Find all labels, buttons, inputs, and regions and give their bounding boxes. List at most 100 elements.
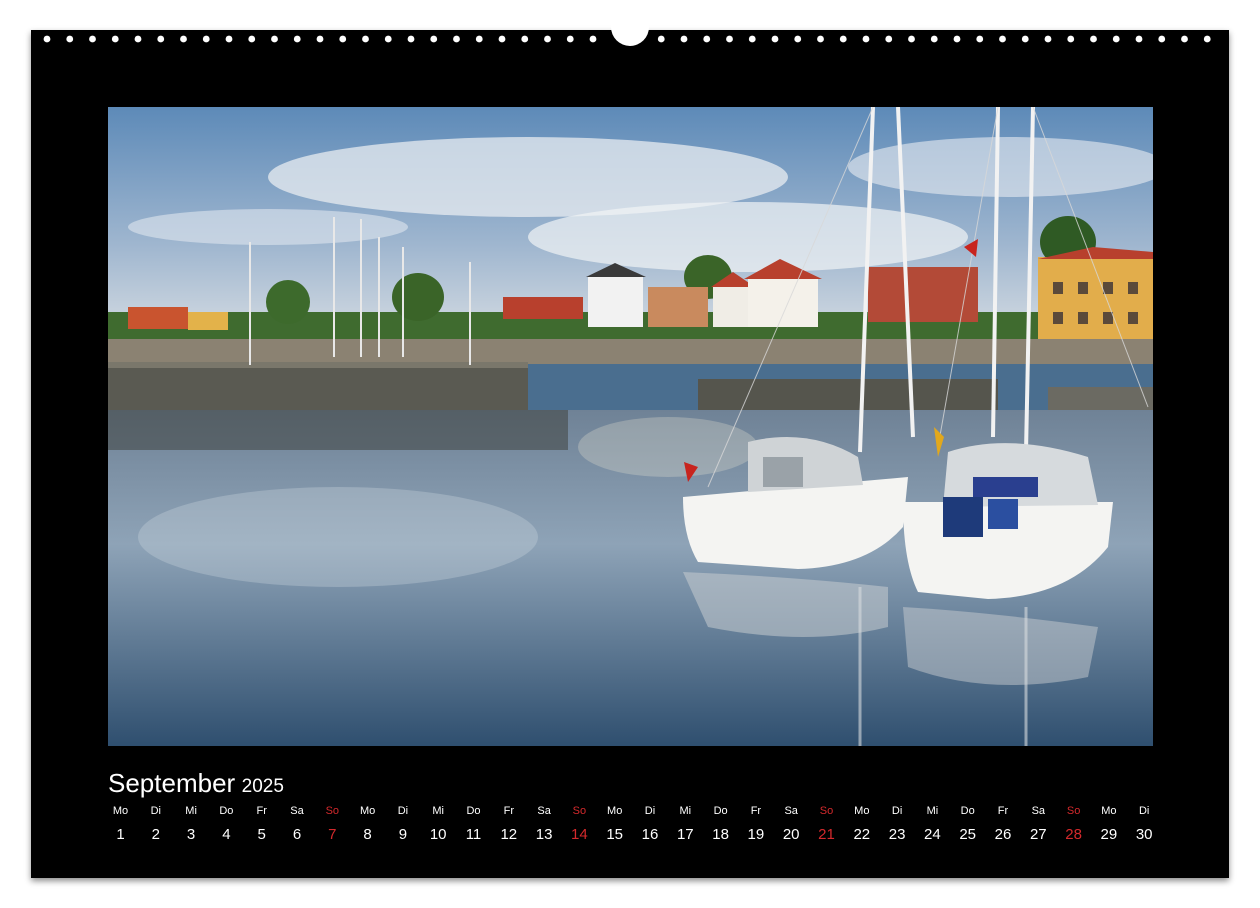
day-cell: Mo 8 (350, 803, 385, 843)
day-number: 30 (1135, 826, 1153, 843)
wire-binding-hole-icon (657, 35, 665, 43)
wire-binding-hole-icon (680, 35, 688, 43)
weekday-label: Fr (256, 805, 267, 817)
day-number: 2 (151, 826, 160, 843)
day-cell: Di 23 (880, 803, 915, 843)
day-cell: Di 30 (1127, 803, 1162, 843)
day-number: 29 (1100, 826, 1118, 843)
day-cell: Sa 27 (1021, 803, 1056, 843)
day-number: 1 (116, 826, 125, 843)
day-cell: Fr 5 (244, 803, 279, 843)
weekday-label: Mo (854, 805, 870, 817)
day-number: 16 (641, 826, 659, 843)
weekday-label: Mo (359, 805, 376, 817)
wire-binding-hole-icon (407, 35, 415, 43)
day-number: 10 (429, 826, 447, 843)
day-cell: Mi 10 (421, 803, 456, 843)
wire-binding-hole-icon (1112, 35, 1120, 43)
wire-binding-hole-icon (66, 35, 74, 43)
weekday-label: Di (150, 805, 161, 817)
wire-binding-hole-icon (1181, 35, 1188, 43)
day-cell: Sa 13 (527, 803, 562, 843)
wall-calendar-page: September 2025 Mo 1 Di 2 Mi 3 Do 4 Fr 5 Sa 6 So 7 Mo 8 D… (31, 22, 1229, 878)
day-number: 4 (222, 826, 231, 843)
day-number: 19 (747, 826, 765, 843)
day-cell: Mo 29 (1091, 803, 1126, 843)
weekday-label: Mi (432, 805, 444, 817)
weekday-label: Sa (537, 805, 551, 817)
day-cell-sunday: So 14 (562, 803, 597, 843)
day-number: 20 (782, 826, 800, 843)
year: 2025 (241, 776, 284, 797)
wire-binding-hole-icon (1067, 35, 1075, 43)
day-cell: Di 9 (385, 803, 420, 843)
day-number: 18 (712, 826, 729, 843)
wire-binding-hole-icon (157, 35, 165, 43)
wire-binding-hole-icon (794, 35, 802, 43)
day-cell: Do 18 (703, 803, 738, 843)
day-cell: Do 25 (950, 803, 985, 843)
wire-binding-hole-icon (1135, 35, 1143, 43)
harbor-photo-illustration (108, 107, 1153, 746)
wire-binding-hole-icon (1021, 35, 1029, 43)
day-number: 12 (500, 826, 518, 843)
wire-binding-hole-icon (293, 35, 301, 43)
wire-binding-hole-icon (999, 35, 1006, 43)
weekday-label: Di (397, 805, 409, 817)
day-cell: Sa 20 (774, 803, 809, 843)
weekday-label: Do (219, 805, 234, 817)
day-number: 21 (818, 826, 835, 843)
weekday-label: Di (644, 805, 656, 817)
day-cell: Mo 1 (103, 803, 138, 843)
wire-binding-hole-icon (839, 35, 847, 43)
weekday-label: Di (1138, 805, 1150, 817)
day-cell: Mo 22 (844, 803, 879, 843)
wire-binding-hole-icon (202, 35, 210, 43)
day-number: 9 (398, 826, 408, 843)
weekday-label: Sa (290, 805, 304, 817)
weekday-label: So (572, 805, 587, 817)
wire-binding-hole-icon (566, 35, 574, 43)
wire-binding-hole-icon (384, 35, 392, 43)
month-name: September (108, 768, 236, 798)
wire-binding-hole-icon (316, 35, 324, 43)
day-number: 7 (328, 826, 337, 843)
wire-binding-hole-icon (271, 35, 278, 43)
day-cell: Di 2 (138, 803, 173, 843)
wire-binding-hole-icon (521, 35, 529, 43)
day-cell: Mi 24 (915, 803, 950, 843)
day-cell: Fr 19 (738, 803, 773, 843)
day-number: 25 (959, 826, 977, 843)
wire-binding-hole-icon (180, 35, 187, 43)
wire-binding-hole-icon (953, 35, 961, 43)
wire-binding-hole-icon (703, 35, 711, 43)
day-number: 11 (465, 826, 482, 843)
wire-binding-hole-icon (544, 35, 551, 43)
day-number: 27 (1029, 826, 1047, 843)
weekday-label: Mo (1101, 805, 1117, 817)
weekday-label: Mo (112, 805, 129, 817)
weekday-label: Di (891, 805, 903, 817)
wire-binding-hole-icon (1203, 35, 1211, 43)
day-cell: Mi 3 (174, 803, 209, 843)
day-cell: Fr 12 (491, 803, 526, 843)
wire-binding-hole-icon (339, 35, 347, 43)
wire-binding-hole-icon (817, 35, 824, 43)
day-number: 28 (1065, 826, 1082, 843)
weekday-label: Mi (679, 805, 692, 817)
day-number: 15 (606, 826, 624, 843)
wire-binding-hole-icon (475, 35, 483, 43)
day-cell: Di 16 (633, 803, 668, 843)
day-number: 24 (924, 826, 941, 843)
day-cell: Do 4 (209, 803, 244, 843)
wire-binding-hole-icon (885, 35, 893, 43)
day-number: 6 (292, 826, 302, 843)
wire-binding-hole-icon (89, 35, 96, 43)
wire-binding-hole-icon (430, 35, 438, 43)
wire-binding-hole-icon (930, 35, 938, 43)
weekday-label: Do (466, 805, 481, 817)
weekday-label: Do (713, 805, 728, 817)
wire-binding-hole-icon (43, 35, 51, 43)
wire-binding-hole-icon (976, 35, 984, 43)
wire-binding-hole-icon (248, 35, 256, 43)
